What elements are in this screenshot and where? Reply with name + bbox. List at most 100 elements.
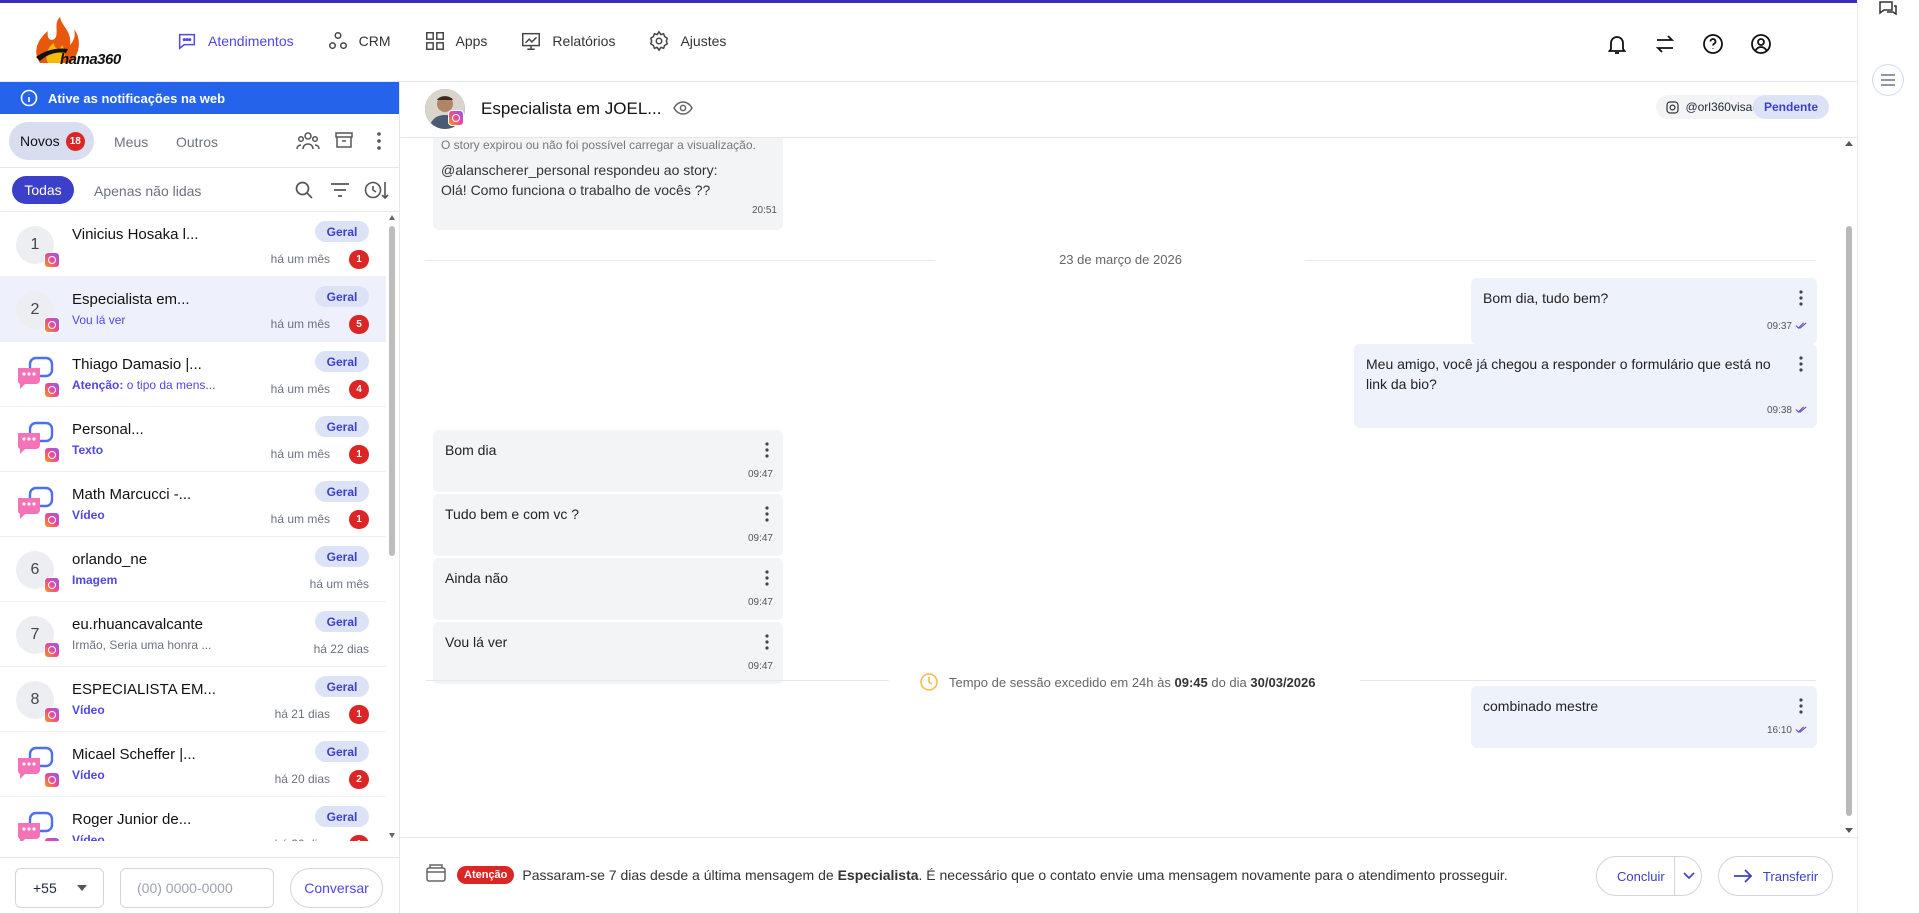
session-mid: do dia [1211, 674, 1247, 690]
concluir-button[interactable]: Concluir [1596, 856, 1702, 896]
conversation-row[interactable]: Personal... Texto Geral há um mês 1 [0, 407, 386, 472]
sidebar-scrollbar[interactable] [388, 212, 396, 841]
transfer-arrows-icon[interactable] [1653, 32, 1677, 56]
web-notification-banner[interactable]: Ative as notificações na web [0, 82, 399, 114]
conversar-button[interactable]: Conversar [290, 868, 383, 908]
eye-icon[interactable] [673, 100, 693, 116]
filter-icon[interactable] [330, 181, 350, 199]
queue-tag: Geral [315, 741, 369, 762]
tab-outros[interactable]: Outros [176, 134, 218, 150]
nav-label: Apps [455, 33, 488, 49]
chat-scrollbar[interactable] [1841, 138, 1857, 837]
chat-panel-icon[interactable] [1878, 0, 1898, 18]
nav-atendimentos[interactable]: Atendimentos [176, 30, 294, 52]
message-text: combinado mestre [1483, 698, 1599, 714]
gear-icon [650, 30, 669, 52]
tab-novos[interactable]: Novos 18 [9, 122, 94, 160]
conversation-name: Math Marcucci -... [72, 486, 192, 503]
unread-badge: 4 [349, 380, 369, 399]
incoming-message: Ainda não 09:47 [433, 558, 783, 620]
message-area: O story expirou ou não foi possível carr… [401, 138, 1841, 837]
preview-prefix: Vídeo [72, 508, 105, 522]
more-vertical-icon[interactable] [376, 131, 382, 151]
chevron-down-icon[interactable] [1683, 872, 1695, 880]
conversation-preview: Vídeo [72, 703, 105, 717]
message-time: 09:47 [747, 533, 773, 544]
user-circle-icon[interactable] [1749, 32, 1773, 56]
conversation-preview: Imagem [72, 573, 117, 587]
bell-icon[interactable] [1605, 32, 1629, 56]
transferir-label: Transferir [1762, 868, 1819, 884]
message-menu-icon[interactable] [765, 570, 769, 586]
nav-apps[interactable]: Apps [424, 30, 488, 52]
nav-crm[interactable]: CRM [327, 30, 391, 52]
unread-badge: 1 [349, 510, 369, 529]
tab-label: Novos [20, 133, 60, 149]
queue-tag: Geral [315, 806, 369, 827]
queue-tag: Geral [315, 611, 369, 632]
conversation-row[interactable]: 2 Especialista em... Vou lá ver Geral há um … [0, 277, 386, 342]
rail-menu-button[interactable] [1872, 64, 1904, 96]
message-menu-icon[interactable] [765, 506, 769, 522]
incoming-message: Tudo bem e com vc ? 09:47 [433, 494, 783, 556]
message-text: Bom dia [445, 442, 497, 458]
message-menu-icon[interactable] [765, 634, 769, 650]
new-conversation-bar: +55 (00) 0000-0000 Conversar [0, 857, 400, 913]
message-menu-icon[interactable] [1799, 290, 1803, 306]
conversation-time: há um mês [270, 382, 330, 396]
transferir-button[interactable]: Transferir [1718, 856, 1833, 896]
conversation-list: 1 Vinicius Hosaka l... Geral há um mês 1 2 Esp… [0, 212, 386, 841]
read-check-icon [1795, 317, 1807, 337]
message-menu-icon[interactable] [1799, 356, 1803, 372]
team-icon[interactable] [296, 130, 320, 152]
archive-icon[interactable] [334, 130, 354, 150]
phone-input[interactable]: (00) 0000-0000 [120, 868, 274, 908]
preview-text: Vou lá ver [72, 313, 126, 327]
session-expired-notice: Tempo de sessão excedido em 24h às 09:45… [425, 670, 1816, 691]
conversation-row[interactable]: Thiago Damasio |... Atenção: o tipo da me… [0, 342, 386, 407]
queue-tag: Geral [315, 416, 369, 437]
filter-apenas-nao-lidas[interactable]: Apenas não lidas [94, 183, 201, 199]
queue-tag: Geral [315, 286, 369, 307]
instagram-icon [44, 317, 60, 333]
apps-grid-icon [425, 32, 444, 50]
message-text: Ainda não [445, 570, 509, 586]
unread-badge: 5 [349, 315, 369, 334]
message-menu-icon[interactable] [1799, 698, 1803, 714]
conversation-row[interactable]: Math Marcucci -... Vídeo Geral há um mês 1 [0, 472, 386, 537]
preview-prefix: Vídeo [72, 768, 105, 782]
filter-todas[interactable]: Todas [12, 176, 74, 204]
country-code-select[interactable]: +55 [15, 868, 104, 908]
incoming-message: Bom dia 09:47 [433, 430, 783, 492]
nav-relatorios[interactable]: Relatórios [520, 30, 615, 52]
story-reply-header: @alanscherer_personal respondeu ao story… [441, 162, 718, 178]
footer-contact: Especialista [837, 867, 919, 883]
queue-tag: Geral [315, 676, 369, 697]
tab-meus[interactable]: Meus [114, 134, 148, 150]
story-notice: O story expirou ou não foi possível carr… [441, 138, 756, 152]
unread-badge: 1 [349, 445, 369, 464]
chat-header: Especialista em JOEL... @orl360visao Pen… [401, 82, 1857, 138]
button-divider [1674, 857, 1675, 895]
hamburger-menu-icon [1881, 74, 1895, 86]
conversation-row[interactable]: 7 eu.rhuancavalcante Irmão, Seria uma honr… [0, 602, 386, 667]
separator-line [425, 680, 889, 681]
instagram-icon [44, 447, 60, 463]
app-header: hama360 Atendimentos CRM Apps Relatórios… [0, 3, 1857, 82]
sort-clock-icon[interactable] [364, 179, 390, 201]
template-box-icon[interactable] [425, 862, 447, 884]
concluir-label: Concluir [1617, 868, 1665, 884]
search-icon[interactable] [294, 180, 314, 200]
conversation-row[interactable]: 6 orlando_ne Imagem Geral há um mês [0, 537, 386, 602]
conversation-row[interactable]: 1 Vinicius Hosaka l... Geral há um mês 1 [0, 212, 386, 277]
conversation-row[interactable]: Micael Scheffer |... Vídeo Geral há 20 dia… [0, 732, 386, 797]
conversation-time: há um mês [270, 317, 330, 331]
separator-line [1360, 680, 1816, 681]
conversation-row[interactable]: Roger Junior de... Vídeo Geral há 20 dias 1 [0, 797, 386, 841]
help-icon[interactable] [1701, 32, 1725, 56]
conversation-row[interactable]: 8 ESPECIALISTA EM... Vídeo Geral há 21 dias… [0, 667, 386, 732]
message-menu-icon[interactable] [765, 442, 769, 458]
read-check-icon [1795, 401, 1807, 421]
story-reply-text: Olá! Como funciona o trabalho de vocês ?… [441, 182, 711, 198]
nav-ajustes[interactable]: Ajustes [648, 30, 726, 52]
